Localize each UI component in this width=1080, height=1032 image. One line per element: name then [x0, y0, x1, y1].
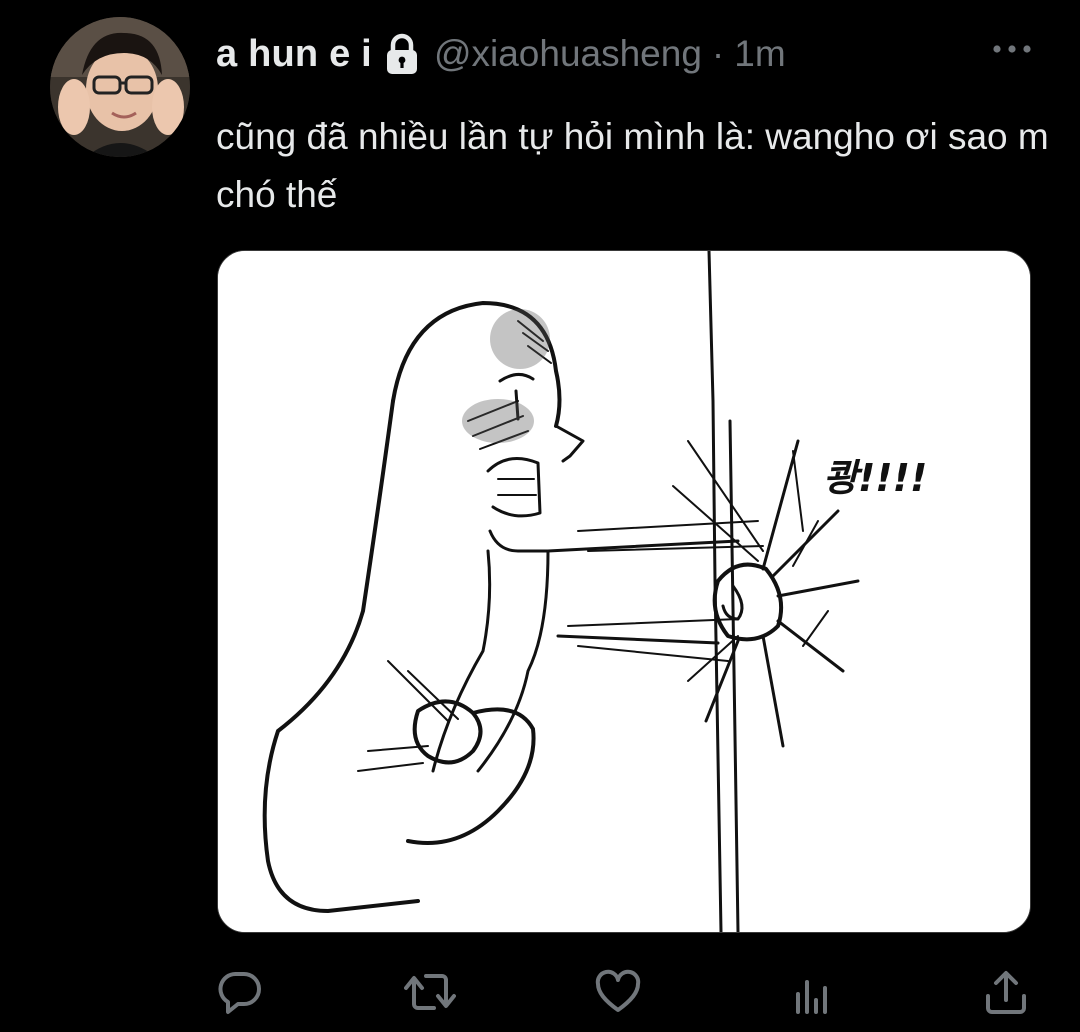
tweet-header: a hun e i @xiaohuasheng · 1m: [216, 28, 786, 80]
avatar-photo: [50, 17, 190, 157]
sound-effect-text: 쾅!!!!: [823, 456, 927, 500]
more-dots-icon[interactable]: [990, 34, 1034, 64]
timestamp[interactable]: 1m: [734, 33, 785, 75]
tweet-action-bar: [0, 962, 1080, 1022]
display-name[interactable]: a hun e i: [216, 33, 372, 76]
tweet-media-image[interactable]: 쾅!!!!: [217, 250, 1031, 933]
heart-icon[interactable]: [590, 962, 646, 1022]
reply-icon[interactable]: [212, 962, 268, 1022]
lock-icon: [384, 33, 420, 75]
share-icon[interactable]: [978, 962, 1034, 1022]
retweet-icon[interactable]: [402, 962, 458, 1022]
analytics-icon[interactable]: [784, 962, 840, 1022]
user-handle[interactable]: @xiaohuasheng: [434, 33, 702, 75]
comic-illustration: 쾅!!!!: [218, 251, 1030, 932]
avatar[interactable]: [50, 17, 190, 157]
separator-dot: ·: [711, 33, 725, 74]
tweet-text: cũng đã nhiều lần tự hỏi mình là: wangho…: [216, 116, 1049, 215]
